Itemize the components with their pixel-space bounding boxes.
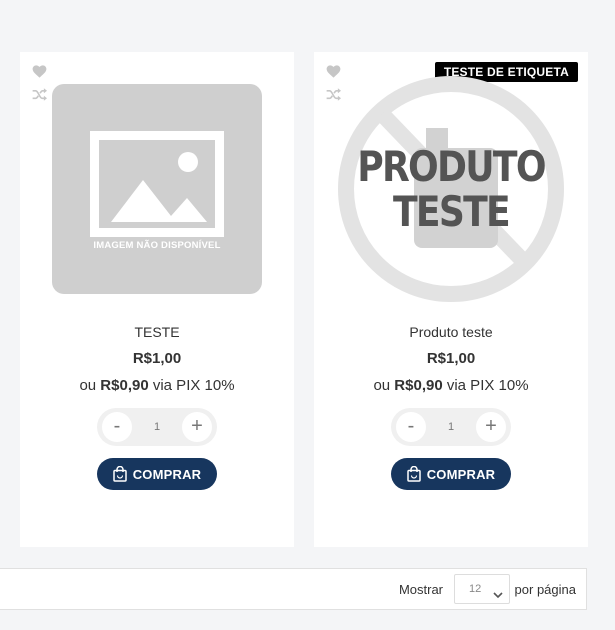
shuffle-icon[interactable]: [30, 85, 48, 103]
product-image-text: PRODUTO: [357, 142, 546, 191]
show-label: Mostrar: [398, 582, 443, 597]
decrease-quantity-button[interactable]: -: [396, 412, 426, 442]
buy-button-label: COMPRAR: [132, 466, 202, 482]
product-image-text: TESTE: [392, 187, 511, 236]
product-image-placeholder[interactable]: IMAGEM NÃO DISPONÍVEL: [52, 84, 262, 294]
pix-suffix: via PIX 10%: [152, 377, 235, 394]
quantity-input[interactable]: 1: [132, 408, 182, 446]
pix-price: R$0,90: [394, 377, 443, 394]
pagination-bar: Mostrar 12 por página: [0, 568, 587, 610]
pix-suffix: via PIX 10%: [446, 377, 529, 394]
increase-quantity-button[interactable]: +: [182, 412, 212, 442]
chevron-down-icon: [493, 586, 503, 599]
buy-button[interactable]: COMPRAR: [97, 458, 217, 490]
product-card: IMAGEM NÃO DISPONÍVEL TESTE R$1,00 ou R$…: [20, 52, 294, 547]
increase-quantity-button[interactable]: +: [476, 412, 506, 442]
buy-button[interactable]: COMPRAR: [391, 458, 511, 490]
pix-price-line: ou R$0,90 via PIX 10%: [314, 377, 588, 394]
quantity-input[interactable]: 1: [426, 408, 476, 446]
image-placeholder-icon: [90, 131, 224, 237]
product-card: TESTE DE ETIQUETA PRODUTO TESTE Produto …: [314, 52, 588, 547]
product-image[interactable]: PRODUTO TESTE: [334, 72, 568, 306]
quantity-stepper: - 1 +: [97, 408, 217, 446]
per-page-select[interactable]: 12: [454, 574, 510, 604]
decrease-quantity-button[interactable]: -: [102, 412, 132, 442]
pix-price-line: ou R$0,90 via PIX 10%: [20, 377, 294, 394]
product-grid-page: IMAGEM NÃO DISPONÍVEL TESTE R$1,00 ou R$…: [0, 0, 615, 630]
product-price: R$1,00: [132, 350, 182, 367]
quantity-stepper: - 1 +: [391, 408, 511, 446]
buy-button-label: COMPRAR: [426, 466, 496, 482]
pix-prefix: ou: [79, 377, 97, 394]
product-price: R$1,00: [426, 350, 476, 367]
product-name[interactable]: TESTE: [20, 324, 294, 340]
per-page-value: 12: [469, 583, 482, 595]
shopping-bag-icon: [112, 465, 127, 482]
pix-prefix: ou: [373, 377, 391, 394]
per-page-label: por página: [514, 582, 576, 597]
product-name[interactable]: Produto teste: [314, 324, 588, 340]
shopping-bag-icon: [406, 465, 421, 482]
pix-price: R$0,90: [100, 377, 149, 394]
image-unavailable-text: IMAGEM NÃO DISPONÍVEL: [93, 240, 221, 251]
heart-icon[interactable]: [30, 62, 48, 80]
